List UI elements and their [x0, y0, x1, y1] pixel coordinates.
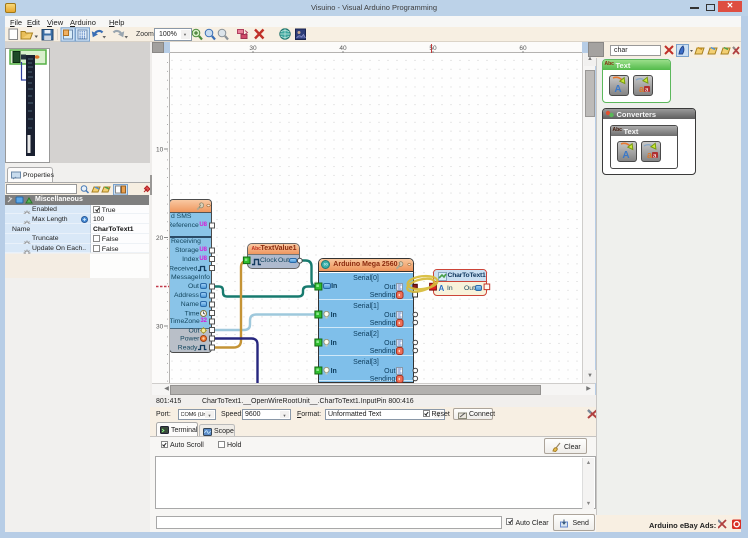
svg-text:60: 60: [519, 45, 527, 52]
svg-text:A: A: [614, 84, 621, 94]
svg-text:30: 30: [156, 324, 164, 331]
svg-text:20: 20: [156, 235, 164, 242]
svg-text:40: 40: [339, 45, 347, 52]
svg-text:A: A: [622, 150, 629, 160]
svg-text:50: 50: [429, 45, 437, 52]
svg-text:10: 10: [156, 147, 164, 154]
svg-text:30: 30: [249, 45, 257, 52]
